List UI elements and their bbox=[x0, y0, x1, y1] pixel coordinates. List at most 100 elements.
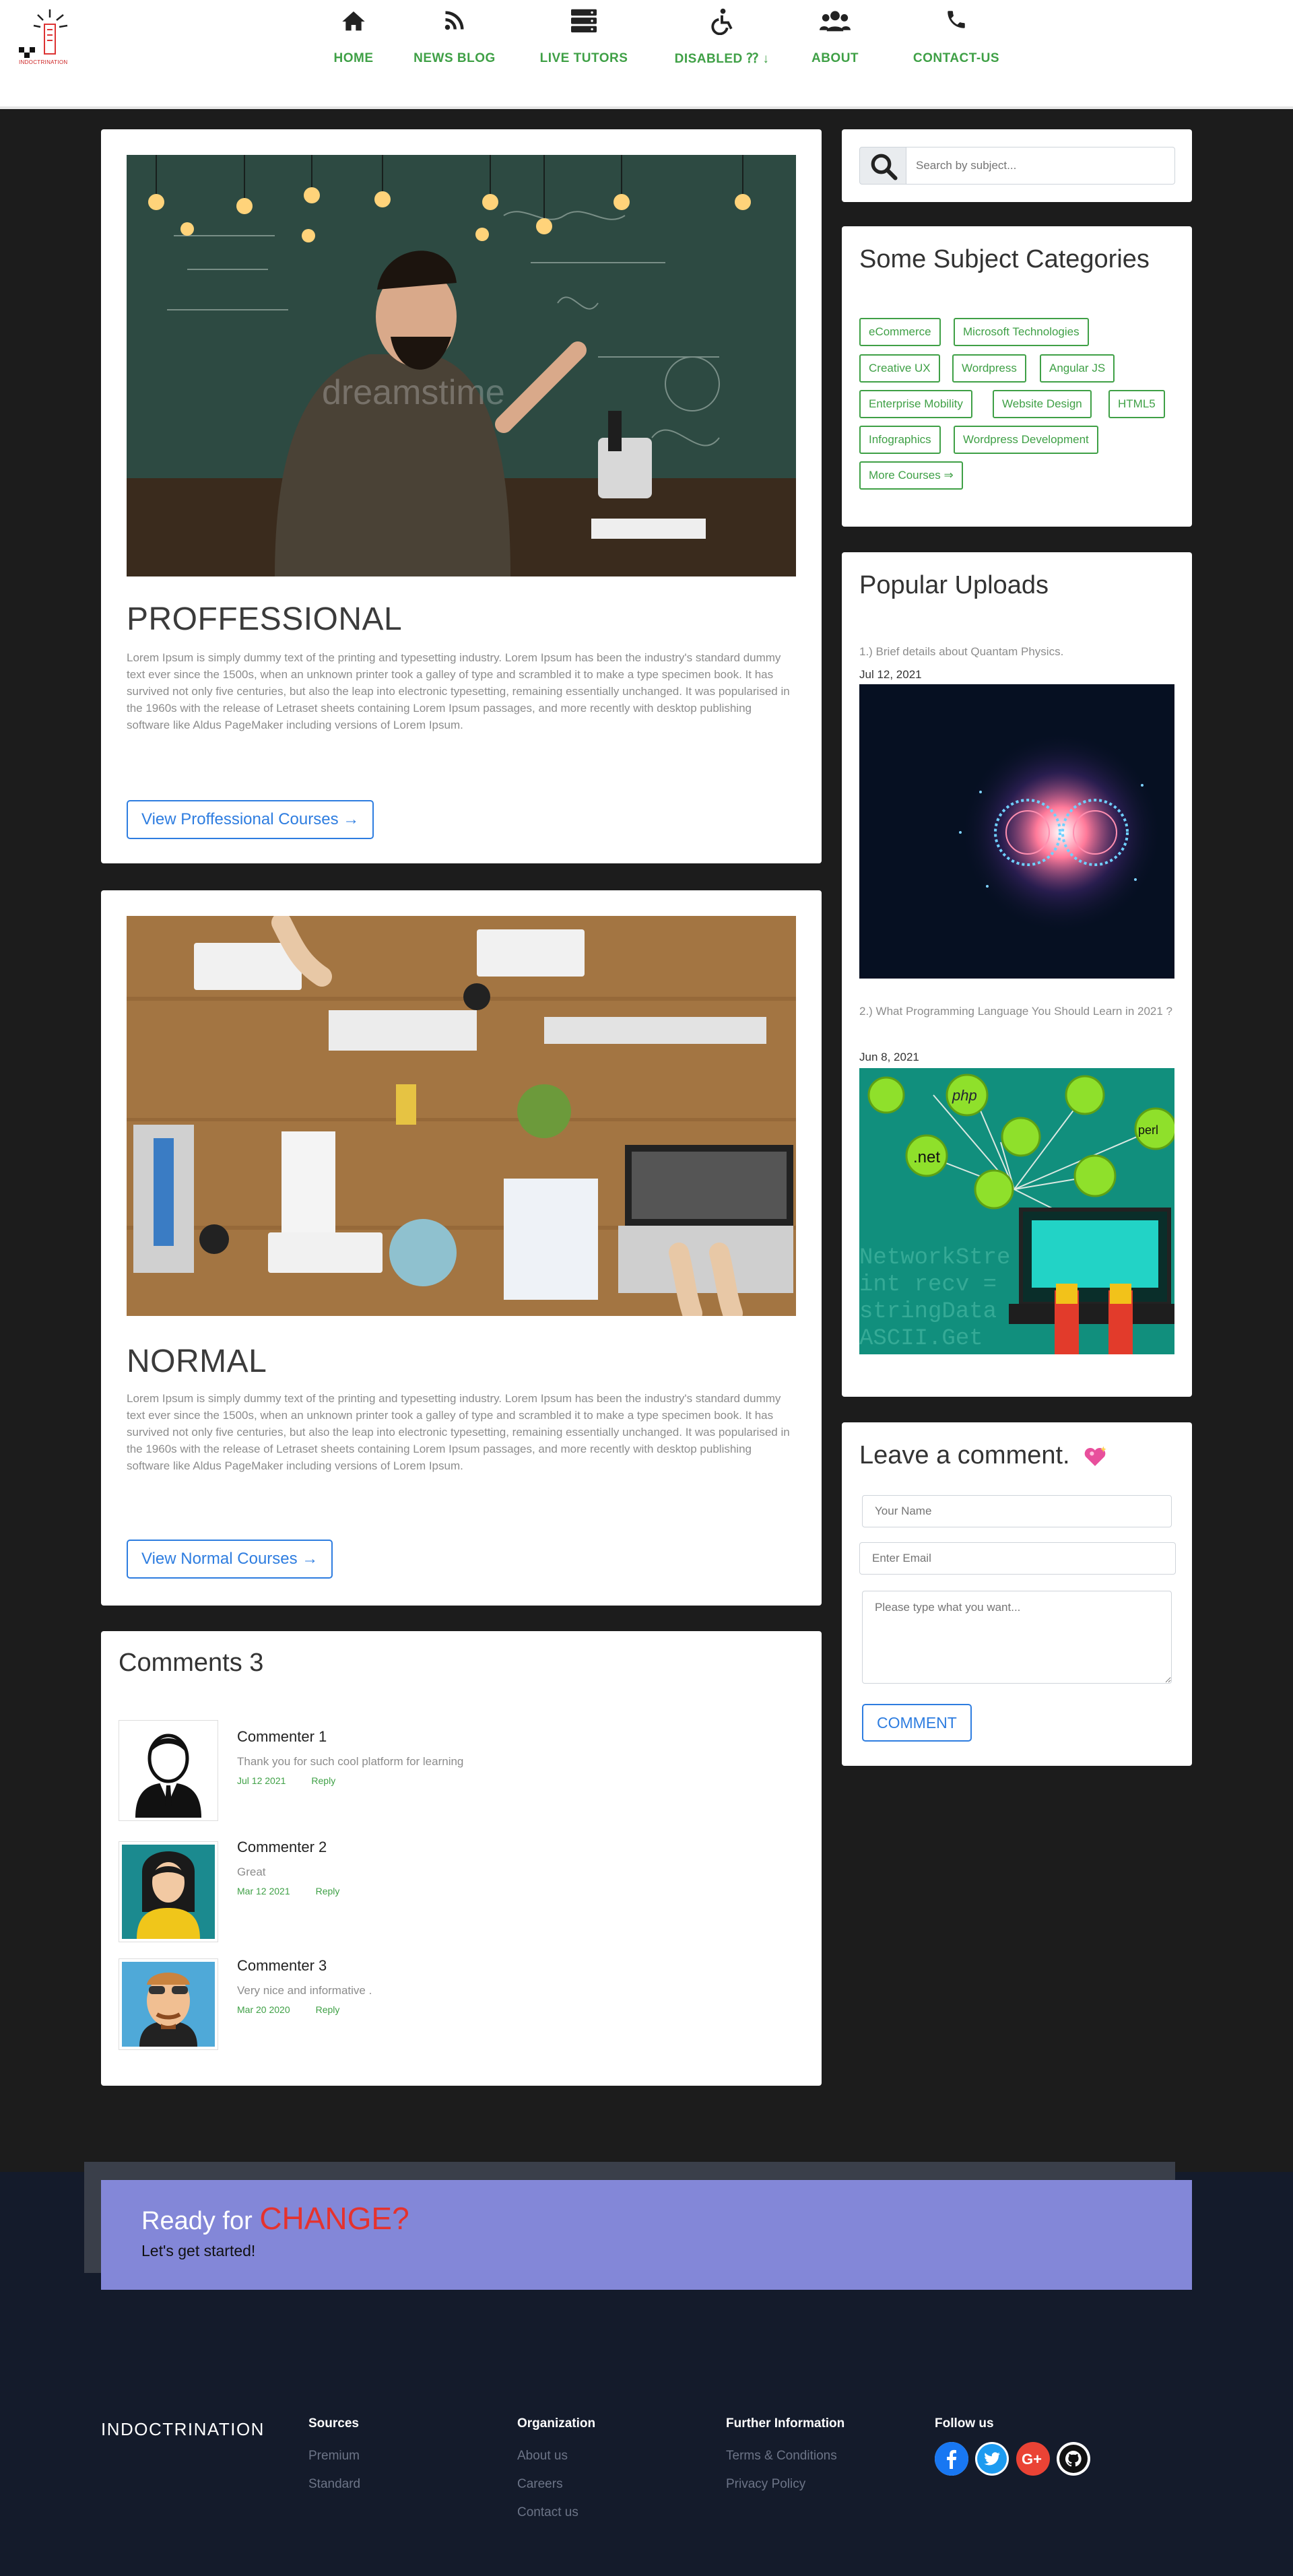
comment-submit-button[interactable]: COMMENT bbox=[862, 1704, 972, 1742]
category-tag[interactable]: Wordpress bbox=[952, 354, 1026, 383]
search-input[interactable] bbox=[906, 147, 1175, 185]
wheelchair-icon bbox=[711, 8, 733, 35]
avatar bbox=[119, 1841, 218, 1942]
more-courses-tag[interactable]: More Courses ⇒ bbox=[859, 461, 963, 490]
avatar bbox=[119, 1720, 218, 1821]
nav-item-about[interactable]: ABOUT bbox=[785, 0, 886, 81]
nav-label: DISABLED ⁇ ↓ bbox=[674, 52, 770, 66]
categories-card: Some Subject Categories eCommerce Micros… bbox=[842, 226, 1192, 527]
post-title: PROFFESSIONAL bbox=[127, 601, 403, 637]
twitter-icon[interactable] bbox=[975, 2442, 1009, 2476]
leave-comment-card: Leave a comment. COMMENT bbox=[842, 1422, 1192, 1766]
cta-title-highlight: CHANGE? bbox=[259, 2201, 409, 2236]
man-sunglasses-avatar-icon bbox=[122, 1962, 215, 2047]
footer-link-standard[interactable]: Standard bbox=[308, 2470, 360, 2499]
email-field[interactable] bbox=[859, 1542, 1176, 1575]
post-text: Lorem Ipsum is simply dummy text of the … bbox=[127, 651, 790, 731]
popular-item-title[interactable]: 1.) Brief details about Quantam Physics. bbox=[859, 642, 1176, 661]
top-navbar: INDOCTRINATION HOME NEWS BLOG LIVE TUTOR… bbox=[0, 0, 1293, 109]
search-icon bbox=[871, 154, 898, 180]
watermark-text: dreamstime bbox=[322, 373, 505, 412]
logo-text: INDOCTRINATION bbox=[19, 59, 68, 65]
popular-item-date: Jun 8, 2021 bbox=[859, 1051, 919, 1063]
message-textarea[interactable] bbox=[862, 1591, 1172, 1684]
category-tag[interactable]: HTML5 bbox=[1108, 390, 1165, 418]
cta-title-prefix: Ready for bbox=[141, 2207, 253, 2235]
footer-col-sources: Sources Premium Standard bbox=[308, 2416, 360, 2499]
reply-link[interactable]: Reply bbox=[316, 1886, 340, 1896]
footer-link-privacy[interactable]: Privacy Policy bbox=[726, 2470, 844, 2499]
perl-label: perl bbox=[1138, 1123, 1158, 1137]
nav-label: CONTACT-US bbox=[913, 51, 1000, 65]
google-plus-icon[interactable]: G+ bbox=[1016, 2442, 1050, 2476]
comment-meta: Mar 20 2020 Reply bbox=[237, 2004, 365, 2015]
comment-text: Great bbox=[237, 1865, 266, 1878]
post-card-normal: NORMAL Lorem Ipsum is simply dummy text … bbox=[101, 890, 822, 1606]
cta-title: Ready for CHANGE? bbox=[141, 2200, 409, 2237]
popular-item-date: Jul 12, 2021 bbox=[859, 668, 922, 681]
nav-item-live-tutors[interactable]: LIVE TUTORS bbox=[533, 0, 634, 81]
svg-text:G+: G+ bbox=[1022, 2451, 1042, 2468]
post-title: NORMAL bbox=[127, 1344, 267, 1379]
nav-item-news-blog[interactable]: NEWS BLOG bbox=[404, 0, 505, 81]
category-tag[interactable]: Microsoft Technologies bbox=[954, 318, 1089, 346]
phone-icon bbox=[948, 11, 965, 28]
svg-text:int recv =: int recv = bbox=[859, 1272, 997, 1298]
category-tag[interactable]: Angular JS bbox=[1040, 354, 1115, 383]
site-logo[interactable]: INDOCTRINATION bbox=[15, 7, 79, 67]
footer-link-contact-us[interactable]: Contact us bbox=[517, 2499, 595, 2527]
category-tag[interactable]: Creative UX bbox=[859, 354, 940, 383]
popular-item-title[interactable]: 2.) What Programming Language You Should… bbox=[859, 1002, 1176, 1021]
nav-item-disabled[interactable]: DISABLED ⁇ ↓ bbox=[668, 0, 776, 81]
quantum-physics-image[interactable] bbox=[859, 684, 1174, 979]
footer-col-heading: Sources bbox=[308, 2416, 359, 2431]
comment-date: Mar 12 2021 bbox=[237, 1886, 290, 1896]
category-tag[interactable]: eCommerce bbox=[859, 318, 941, 346]
svg-text:stringData: stringData bbox=[859, 1299, 997, 1325]
footer-link-premium[interactable]: Premium bbox=[308, 2442, 360, 2470]
category-tag[interactable]: Wordpress Development bbox=[954, 426, 1098, 454]
category-tag[interactable]: Enterprise Mobility bbox=[859, 390, 972, 418]
facebook-icon[interactable] bbox=[935, 2442, 968, 2476]
reply-link[interactable]: Reply bbox=[316, 2004, 340, 2015]
category-tag[interactable]: Infographics bbox=[859, 426, 941, 454]
nav-label: ABOUT bbox=[811, 51, 859, 65]
name-field[interactable] bbox=[862, 1495, 1172, 1527]
github-icon[interactable] bbox=[1057, 2442, 1091, 2476]
svg-text:NetworkStre: NetworkStre bbox=[859, 1245, 1010, 1271]
quantum-particles-image bbox=[859, 684, 1174, 979]
footer-col-organization: Organization About us Careers Contact us bbox=[517, 2416, 595, 2527]
nav-item-home[interactable]: HOME bbox=[303, 0, 404, 81]
search-icon-box[interactable] bbox=[859, 147, 906, 185]
social-icons: G+ bbox=[935, 2442, 1094, 2476]
footer-link-careers[interactable]: Careers bbox=[517, 2470, 595, 2499]
users-icon bbox=[820, 11, 851, 32]
logo-icon bbox=[19, 9, 68, 58]
comment-text: Very nice and informative . bbox=[237, 1984, 372, 1997]
footer-col-heading: Follow us bbox=[935, 2416, 994, 2431]
nav-item-contact-us[interactable]: CONTACT-US bbox=[899, 0, 1014, 81]
category-tag[interactable]: Website Design bbox=[993, 390, 1092, 418]
footer-col-further-information: Further Information Terms & Conditions P… bbox=[726, 2416, 844, 2499]
reply-link[interactable]: Reply bbox=[311, 1775, 335, 1786]
comment-date: Mar 20 2020 bbox=[237, 2004, 290, 2015]
nav-label: NEWS BLOG bbox=[413, 51, 496, 65]
nav-label: HOME bbox=[333, 51, 374, 65]
male-avatar-icon bbox=[122, 1723, 215, 1818]
server-icon bbox=[571, 9, 597, 33]
view-normal-courses-button[interactable]: View Normal Courses → bbox=[127, 1540, 333, 1579]
view-professional-courses-button[interactable]: View Proffessional Courses → bbox=[127, 800, 374, 839]
home-icon bbox=[342, 11, 365, 31]
footer-link-about-us[interactable]: About us bbox=[517, 2442, 595, 2470]
female-avatar-icon bbox=[122, 1845, 215, 1939]
programming-language-image[interactable]: NetworkStre int recv = stringData ASCII.Get… bbox=[859, 1068, 1174, 1354]
post-image-professional: dreamstime bbox=[127, 155, 796, 576]
desk-workspace-image bbox=[127, 916, 796, 1316]
comment-author: Commenter 1 bbox=[237, 1728, 327, 1745]
leave-comment-title: Leave a comment. bbox=[859, 1441, 1108, 1470]
cta-subtitle: Let's get started! bbox=[141, 2242, 256, 2259]
footer-link-terms[interactable]: Terms & Conditions bbox=[726, 2442, 844, 2470]
categories-title: Some Subject Categories bbox=[859, 245, 1150, 273]
cta-banner: Ready for CHANGE? Let's get started! bbox=[101, 2180, 1192, 2290]
avatar bbox=[119, 1958, 218, 2050]
